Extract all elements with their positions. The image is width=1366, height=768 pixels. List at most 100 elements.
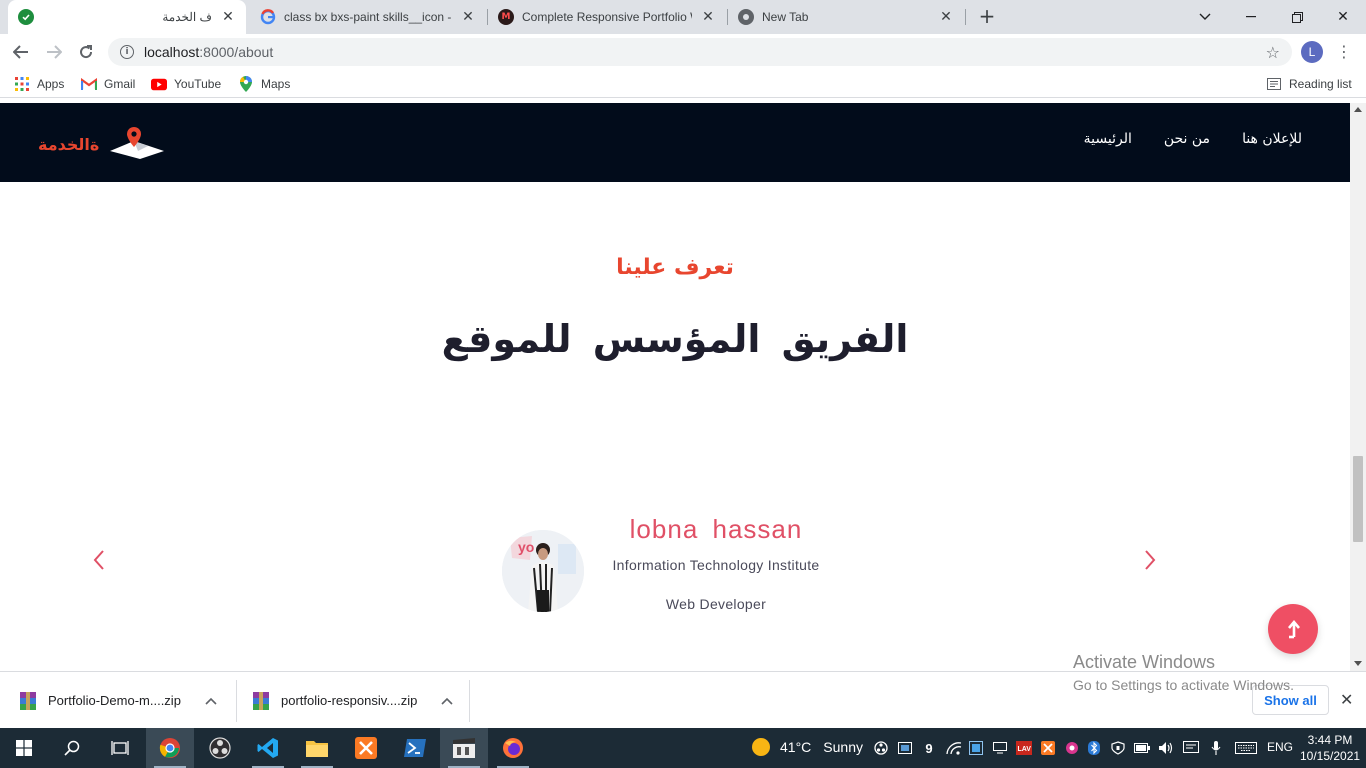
tray-display-icon[interactable] bbox=[968, 740, 984, 756]
tray-network-icon[interactable] bbox=[946, 740, 962, 756]
tab-close-icon[interactable]: ✕ bbox=[460, 9, 476, 25]
taskbar-media-app[interactable] bbox=[440, 728, 488, 768]
nav-link-about[interactable]: من نحن bbox=[1164, 131, 1210, 147]
bookmark-star-icon[interactable]: ☆ bbox=[1266, 43, 1280, 62]
zip-archive-icon bbox=[20, 691, 36, 710]
tray-devices-icon[interactable] bbox=[992, 740, 1008, 756]
powershell-icon bbox=[404, 739, 426, 757]
bookmark-apps[interactable]: Apps bbox=[14, 76, 64, 92]
tray-shield-icon[interactable] bbox=[1110, 740, 1126, 756]
tab-close-icon[interactable]: ✕ bbox=[938, 9, 954, 25]
page-viewport: ةالخدمة للإعلان هنا من نحن الرئيسية تعرف… bbox=[0, 103, 1350, 671]
tray-battery-icon[interactable] bbox=[1134, 740, 1150, 756]
tab-title: Complete Responsive Portfolio W bbox=[522, 10, 692, 24]
tray-badge-icon[interactable]: 9 bbox=[921, 740, 937, 756]
start-button[interactable] bbox=[0, 728, 48, 768]
taskbar-obs[interactable] bbox=[196, 728, 244, 768]
new-tab-button[interactable]: + bbox=[976, 5, 998, 27]
page-scrollbar[interactable] bbox=[1350, 103, 1366, 671]
reload-button[interactable] bbox=[74, 40, 98, 64]
taskbar-vscode[interactable] bbox=[244, 728, 292, 768]
close-download-bar-icon[interactable]: ✕ bbox=[1340, 690, 1353, 709]
site-nav-links: للإعلان هنا من نحن الرئيسية bbox=[1084, 131, 1302, 147]
clapperboard-icon bbox=[453, 738, 475, 758]
tray-microphone-icon[interactable] bbox=[1208, 740, 1224, 756]
chrome-icon bbox=[159, 738, 180, 758]
tab-current[interactable]: ف الخدمة ✕ bbox=[8, 0, 246, 34]
chrome-icon bbox=[738, 9, 754, 25]
tray-obs-icon[interactable] bbox=[873, 740, 889, 756]
tray-app-icon[interactable] bbox=[897, 740, 913, 756]
scroll-up-arrow-icon[interactable] bbox=[1354, 107, 1362, 112]
taskbar-xampp[interactable] bbox=[342, 728, 390, 768]
taskbar-firefox[interactable] bbox=[489, 728, 537, 768]
folder-icon bbox=[306, 741, 328, 757]
tray-notification-icon[interactable] bbox=[1183, 740, 1199, 756]
tray-keyboard-icon[interactable] bbox=[1234, 740, 1258, 756]
svg-text:LAV: LAV bbox=[1018, 746, 1032, 753]
gmail-icon bbox=[81, 76, 97, 92]
tab-new-tab[interactable]: New Tab ✕ bbox=[728, 0, 964, 34]
minimize-button[interactable] bbox=[1228, 0, 1274, 34]
bookmark-maps[interactable]: Maps bbox=[238, 76, 290, 92]
tab-separator bbox=[965, 9, 966, 25]
map-pin-logo-icon bbox=[110, 127, 164, 159]
menu-kebab-icon[interactable]: ⋮ bbox=[1336, 42, 1352, 61]
chevron-right-icon bbox=[1145, 550, 1156, 570]
taskbar-file-explorer[interactable] bbox=[293, 728, 341, 768]
bookmark-youtube[interactable]: YouTube bbox=[151, 76, 221, 92]
section-subtitle: تعرف علينا bbox=[616, 255, 734, 280]
firefox-icon bbox=[503, 738, 523, 758]
carousel-next-button[interactable] bbox=[1141, 548, 1159, 572]
download-item[interactable]: Portfolio-Demo-m....zip bbox=[0, 672, 236, 729]
activate-windows-watermark: Activate Windows Go to Settings to activ… bbox=[1073, 652, 1294, 693]
arrow-up-icon bbox=[1288, 619, 1300, 639]
check-circle-icon bbox=[18, 9, 34, 25]
download-item[interactable]: portfolio-responsiv....zip bbox=[233, 672, 469, 729]
address-bar[interactable]: i localhost:8000/about ☆ bbox=[108, 38, 1292, 66]
tab-close-icon[interactable]: ✕ bbox=[220, 9, 236, 25]
tab-search-chevron-icon[interactable] bbox=[1182, 0, 1228, 34]
chevron-up-icon[interactable] bbox=[441, 694, 453, 708]
search-icon bbox=[64, 740, 80, 756]
scrollbar-thumb[interactable] bbox=[1353, 456, 1363, 542]
taskbar-chrome[interactable] bbox=[146, 728, 194, 768]
tray-lav-icon[interactable]: LAV bbox=[1016, 740, 1032, 756]
reading-list-label: Reading list bbox=[1289, 77, 1352, 91]
tab-portfolio[interactable]: M Complete Responsive Portfolio W ✕ bbox=[488, 0, 726, 34]
tab-close-icon[interactable]: ✕ bbox=[700, 9, 716, 25]
bookmark-gmail[interactable]: Gmail bbox=[81, 76, 135, 92]
back-button[interactable] bbox=[9, 40, 33, 64]
close-window-button[interactable]: ✕ bbox=[1320, 0, 1366, 34]
profile-avatar[interactable]: L bbox=[1301, 41, 1323, 63]
task-view-button[interactable] bbox=[96, 728, 144, 768]
language-indicator[interactable]: ENG bbox=[1267, 740, 1293, 754]
nav-link-home[interactable]: الرئيسية bbox=[1084, 131, 1132, 147]
chevron-up-icon[interactable] bbox=[205, 694, 217, 708]
tray-security-icon[interactable] bbox=[1064, 740, 1080, 756]
tray-xampp-icon[interactable] bbox=[1040, 740, 1056, 756]
task-view-icon bbox=[111, 741, 129, 755]
scroll-to-top-button[interactable] bbox=[1268, 604, 1318, 654]
obs-icon bbox=[209, 737, 231, 759]
tab-google-search[interactable]: class bx bxs-paint skills__icon - ت ✕ bbox=[250, 0, 486, 34]
weather-widget[interactable]: 41°C Sunny bbox=[752, 738, 863, 756]
bookmark-label: Gmail bbox=[104, 77, 136, 91]
site-logo[interactable]: ةالخدمة bbox=[38, 125, 168, 165]
reading-list-button[interactable]: Reading list bbox=[1266, 76, 1352, 92]
m-logo-icon: M bbox=[498, 9, 514, 25]
restore-button[interactable] bbox=[1274, 0, 1320, 34]
taskbar-clock[interactable]: 3:44 PM 10/15/2021 bbox=[1300, 732, 1360, 764]
site-info-icon[interactable]: i bbox=[120, 45, 134, 59]
tray-volume-icon[interactable] bbox=[1158, 740, 1174, 756]
bookmark-label: Apps bbox=[37, 77, 65, 91]
carousel-prev-button[interactable] bbox=[90, 548, 108, 572]
forward-button[interactable] bbox=[42, 40, 66, 64]
youtube-icon bbox=[151, 76, 167, 92]
nav-link-advertise[interactable]: للإعلان هنا bbox=[1242, 131, 1302, 147]
scroll-down-arrow-icon[interactable] bbox=[1354, 661, 1362, 666]
tray-bluetooth-icon[interactable] bbox=[1086, 740, 1102, 756]
weather-condition: Sunny bbox=[823, 739, 863, 755]
taskbar-search-button[interactable] bbox=[48, 728, 96, 768]
taskbar-powershell[interactable] bbox=[391, 728, 439, 768]
